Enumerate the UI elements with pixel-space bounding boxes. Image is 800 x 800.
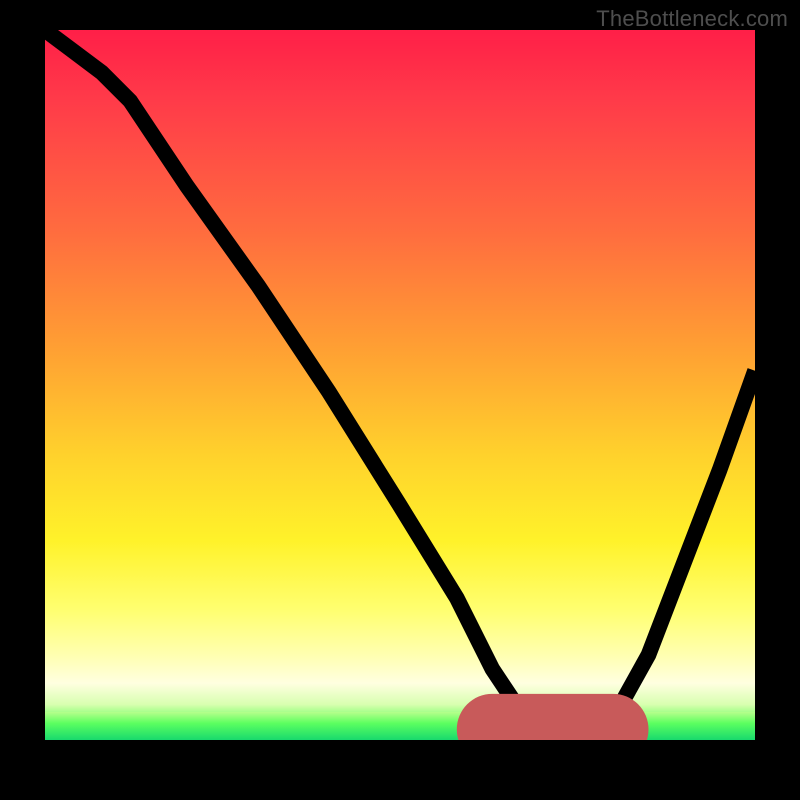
bottleneck-curve: [45, 30, 755, 733]
chart-area: [45, 30, 755, 740]
brand-label: TheBottleneck.com: [596, 6, 788, 32]
chart-svg: [45, 30, 755, 740]
